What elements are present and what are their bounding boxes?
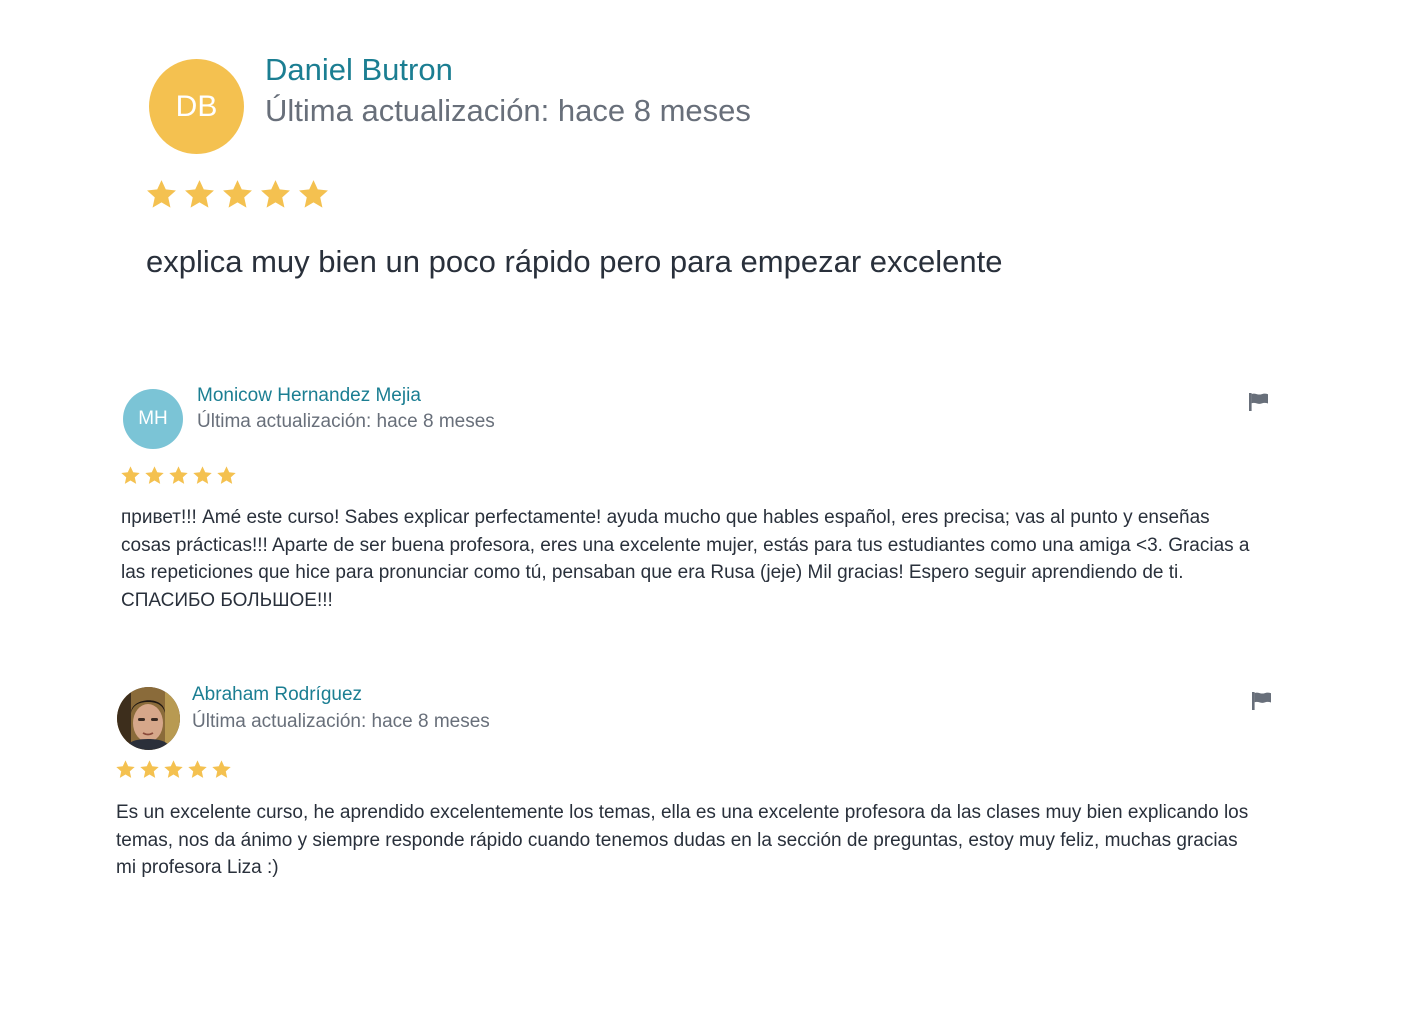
user-photo-icon bbox=[117, 687, 180, 750]
reviewer-name: Abraham Rodríguez bbox=[192, 684, 363, 705]
reviewer-name: Daniel Butron bbox=[265, 52, 453, 87]
flag-icon[interactable] bbox=[1248, 392, 1270, 412]
avatar-initials: MH bbox=[138, 408, 168, 429]
avatar: MH bbox=[123, 389, 183, 449]
review-text: привет!!! Amé este curso! Sabes explicar… bbox=[121, 507, 1250, 611]
star-icon bbox=[120, 465, 141, 486]
star-rating bbox=[115, 759, 232, 780]
star-icon bbox=[168, 465, 189, 486]
star-icon bbox=[183, 178, 216, 211]
review-card: DB Daniel Butron Última actualización: h… bbox=[0, 0, 1418, 330]
star-icon bbox=[297, 178, 330, 211]
review-text: explica muy bien un poco rápido pero par… bbox=[146, 244, 1003, 279]
last-updated: Última actualización: hace 8 meses bbox=[192, 711, 490, 732]
star-rating bbox=[120, 465, 237, 486]
star-icon bbox=[187, 759, 208, 780]
star-icon bbox=[145, 178, 178, 211]
star-icon bbox=[115, 759, 136, 780]
star-icon bbox=[216, 465, 237, 486]
reviewer-name: Monicow Hernandez Mejia bbox=[197, 385, 421, 406]
review-text: Es un excelente curso, he aprendido exce… bbox=[116, 802, 1249, 878]
star-icon bbox=[221, 178, 254, 211]
avatar: DB bbox=[149, 59, 244, 154]
flag-icon[interactable] bbox=[1251, 691, 1273, 711]
star-rating bbox=[145, 178, 330, 211]
last-updated: Última actualización: hace 8 meses bbox=[265, 93, 751, 128]
star-icon bbox=[163, 759, 184, 780]
star-icon bbox=[144, 465, 165, 486]
star-icon bbox=[139, 759, 160, 780]
last-updated: Última actualización: hace 8 meses bbox=[197, 411, 495, 432]
star-icon bbox=[259, 178, 292, 211]
star-icon bbox=[211, 759, 232, 780]
avatar-initials: DB bbox=[175, 89, 218, 123]
star-icon bbox=[192, 465, 213, 486]
review-card: MH Monicow Hernandez Mejia Última actual… bbox=[0, 360, 1418, 630]
review-card: Abraham Rodríguez Última actualización: … bbox=[0, 660, 1418, 900]
avatar bbox=[117, 687, 180, 750]
